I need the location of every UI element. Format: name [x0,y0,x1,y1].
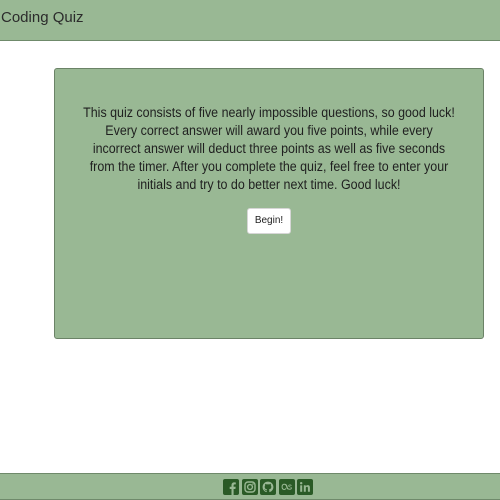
app-title[interactable]: Coding Quiz [1,9,84,26]
lastfm-icon[interactable] [279,479,295,495]
facebook-icon[interactable] [223,479,239,495]
linkedin-icon[interactable] [297,479,313,495]
navbar: Coding Quiz [0,0,500,41]
quiz-instructions: This quiz consists of five nearly imposs… [83,105,455,192]
quiz-intro-card: This quiz consists of five nearly imposs… [54,68,484,339]
instagram-icon[interactable] [242,479,258,495]
footer [0,473,500,500]
github-icon[interactable] [260,479,276,495]
begin-button[interactable]: Begin! [247,208,291,234]
